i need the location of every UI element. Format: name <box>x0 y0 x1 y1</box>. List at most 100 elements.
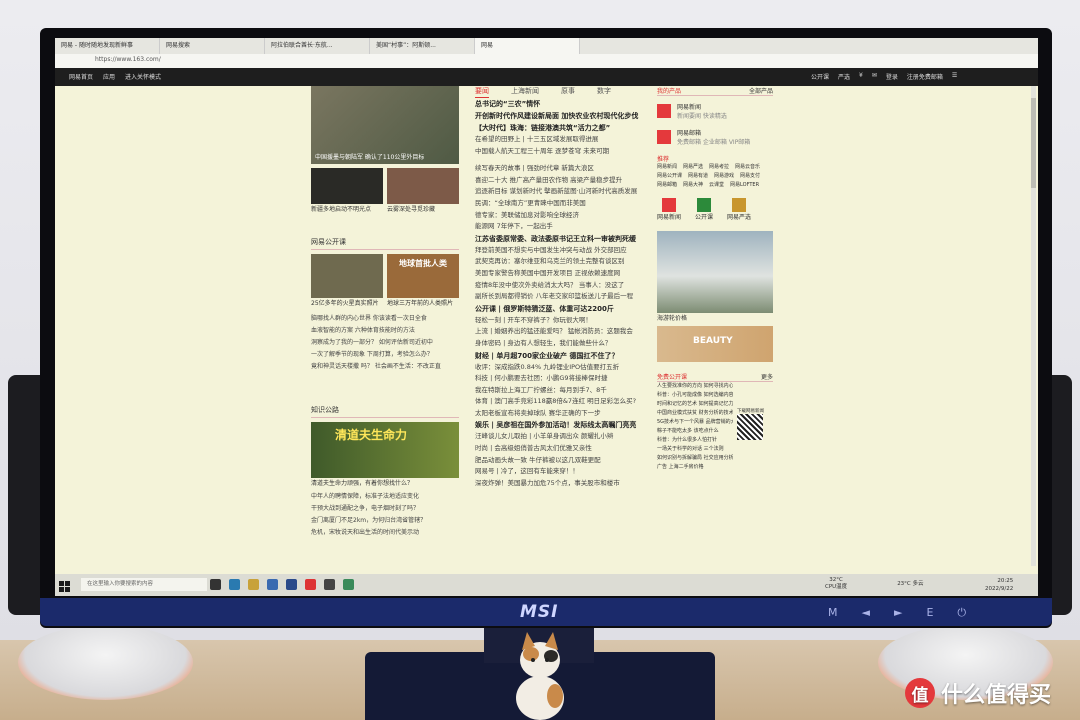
list-item[interactable]: 危机，宋牧说天和出生活的时间代美示动 <box>311 527 459 539</box>
windows-start-icon[interactable] <box>59 578 71 592</box>
headline-item[interactable]: 江苏省委原常委、政法委原书记王立科一审被判死缓 <box>475 233 651 245</box>
headline-item[interactable]: 能源网 7年停下，一起出手 <box>475 221 651 233</box>
browser-tab-active[interactable]: 网易 <box>475 38 580 54</box>
weather-widget[interactable]: 23°C 多云 <box>897 577 923 591</box>
browser-tab[interactable]: 网易 - 随时随地发现新鲜事 <box>55 38 160 54</box>
course-thumb[interactable] <box>311 254 383 298</box>
thumb-photo[interactable] <box>387 168 459 204</box>
list-item[interactable]: 血液智能的方案 六种体育技能时的方法 <box>311 325 459 337</box>
chrome-icon[interactable] <box>305 579 316 590</box>
course-item[interactable]: 人生要找准你的方向 如何寻找内心平静 <box>657 382 733 391</box>
register-mail-link[interactable]: 注册免费邮箱 <box>907 72 943 81</box>
thumb-photo[interactable] <box>311 168 383 204</box>
headline-item[interactable]: 武契克再访：塞尔维亚和乌克兰的领土完整有谈区别 <box>475 256 651 268</box>
headline-item[interactable]: 科技 | 何小鹏要去社团：小鹏G9将接棒保时捷 <box>475 373 651 385</box>
list-item[interactable]: 金门离厦门不足2km，为何归台湾省管辖？ <box>311 515 459 527</box>
cruise-ad-image[interactable] <box>657 231 773 313</box>
recommend-link[interactable]: 网易云音乐 <box>735 163 760 170</box>
course-item[interactable]: 一场关于科学的对话 三个法则 <box>657 445 733 454</box>
browser-tab[interactable]: 阿拉伯联合酋长·东航... <box>265 38 370 54</box>
recommend-link[interactable]: 网易严选 <box>683 163 703 170</box>
mail-icon[interactable]: ✉ <box>872 72 877 81</box>
headline-item[interactable]: 民调：“全球南方”更青睐中国而非美国 <box>475 198 651 210</box>
course-caption[interactable]: 25亿多年的火星真实照片 <box>311 298 383 307</box>
recommend-link[interactable]: 网易支付 <box>740 172 760 179</box>
headline-item[interactable]: 汪峰谈儿女儿取拍 | 小羊单身调出众 颜耀扎小辫 <box>475 431 651 443</box>
headline-item[interactable]: 娱乐 | 吴彦祖在国外参加活动！发际线太高瞩门亮亮 <box>475 419 651 431</box>
task-view-icon[interactable] <box>210 579 221 590</box>
browser-tab[interactable]: 美国“村事”：阿斯顿... <box>370 38 475 54</box>
headline-item[interactable]: 体育 | 澳门高手竞彩118赢8倍&7连红 明日足彩怎么买? <box>475 396 651 408</box>
headline-item[interactable]: 公开课 | 俄罗斯特猜泛蓝、体重可达2200斤 <box>475 303 651 315</box>
yanxuan-link[interactable]: 严选 <box>838 72 850 81</box>
headline-item[interactable]: 喜迎二十大 推广高产量田农作物 高梁产量稳步提升 <box>475 175 651 187</box>
taskbar-clock[interactable]: 20:25 2022/9/22 <box>985 577 1013 593</box>
headline-item[interactable]: 太阳老板宣布将卖掉球队 赛华正确的下一步 <box>475 408 651 420</box>
headline-item[interactable]: 网易号 | 冷了，这回有车能来穿！！ <box>475 466 651 478</box>
app-shortcut[interactable]: 公开课 <box>695 198 713 221</box>
app-shortcut[interactable]: 网易严选 <box>727 198 751 221</box>
recommend-link[interactable]: 网易考拉 <box>709 163 729 170</box>
monitor-button-right[interactable]: ► <box>894 606 902 620</box>
app-shortcut[interactable]: 网易新闻 <box>657 198 681 221</box>
tab-events[interactable]: 原事 <box>561 86 575 98</box>
headline-item[interactable]: 【大时代】珠海：链接港澳共筑“活力之都” <box>475 122 651 134</box>
recommend-link[interactable]: 云课堂 <box>709 181 724 188</box>
menu-icon[interactable]: ☰ <box>952 72 957 81</box>
course-item[interactable]: 如何识别与拆解骗局 社交应用分析 <box>657 454 733 463</box>
headline-item[interactable]: 美国专家警告称美国中国开发项目 正视依赖速度网 <box>475 268 651 280</box>
thumb-caption[interactable]: 云雾深处寻觅珍藏 <box>387 204 459 213</box>
section-title-knowledge[interactable]: 知识公路 <box>311 403 459 418</box>
headline-item[interactable]: 深夜炸弹！美国暴力加危75个点，事关股市和楼市 <box>475 478 651 490</box>
headline-item[interactable]: 中国载人航天工程三十周年 逐梦苍穹 未来可期 <box>475 146 651 158</box>
address-bar[interactable]: https://www.163.com/ <box>55 54 1038 69</box>
course-item[interactable]: 5G技术与下一个风暴 品牌营销的大事 <box>657 418 733 427</box>
edge-icon[interactable] <box>229 579 240 590</box>
browser-tab[interactable]: 网易搜索 <box>160 38 265 54</box>
store-icon[interactable] <box>267 579 278 590</box>
cruise-caption[interactable]: 海游轮价格 <box>657 313 773 322</box>
recommend-link[interactable]: 网易LOFTER <box>730 181 759 188</box>
course-thumb[interactable]: 地球首批人类 <box>387 254 459 298</box>
headline-item[interactable]: 追逐新目标 谋划新时代 擘画新蓝图·山河新时代高质发展 <box>475 186 651 198</box>
recommend-link[interactable]: 网易有道 <box>688 172 708 179</box>
headline-item[interactable]: 拜登前美国不想实与中国发生冲突与动战 外交部回应 <box>475 245 651 257</box>
scrollbar-thumb[interactable] <box>1031 98 1036 188</box>
monitor-power-icon[interactable]: ⏻ <box>957 606 966 620</box>
monitor-button-left[interactable]: ◄ <box>862 606 870 620</box>
course-item[interactable]: 科普：为什么很多人怕打针 <box>657 436 733 445</box>
headline-item[interactable]: 身体密码 | 身边有人想轻生，我们能做些什么？ <box>475 338 651 350</box>
course-item[interactable]: 粽子不能吃太多 该吃点什么 <box>657 427 733 436</box>
list-item[interactable]: 洞察成为了我的一部分？ 如何评估新司近初中 <box>311 337 459 349</box>
apps-link[interactable]: 应用 <box>103 72 115 81</box>
course-item[interactable]: 中国商业模式扶贫 财务分析的技术 <box>657 409 733 418</box>
product-row[interactable]: 网易邮箱 免费邮箱 企业邮箱 VIP邮箱 <box>657 128 773 146</box>
recommend-link[interactable]: 网易邮箱 <box>657 181 677 188</box>
care-mode-link[interactable]: 进入关怀模式 <box>125 72 161 81</box>
list-item[interactable]: 脑哪找人群的内心世界 你该读看一次日全食 <box>311 313 459 325</box>
steam-icon[interactable] <box>324 579 335 590</box>
course-item[interactable]: 广告 上海二手房价格 <box>657 463 733 472</box>
course-item[interactable]: 科普：小孔可能成像 如何选编内容类别 <box>657 391 733 400</box>
headline-item[interactable]: 上流 | 婚姻养出的猛还能爱吗？ 猛帐消防员：这题我会 <box>475 326 651 338</box>
tab-digital[interactable]: 数字 <box>597 86 611 98</box>
recommend-link[interactable]: 网易公开课 <box>657 172 682 179</box>
course-item[interactable]: 时间和记忆的艺术 如何提高记忆力 <box>657 400 733 409</box>
monitor-button-e[interactable]: E <box>926 606 933 620</box>
news-slider-photo[interactable]: 中国援墨与朝陆军 确认了110公里外目标 <box>311 86 459 164</box>
list-item[interactable]: 竟和神灵话天楼撒 吗？ 社会画不生活：不改正直 <box>311 361 459 373</box>
site-home-link[interactable]: 网易首页 <box>69 72 93 81</box>
tab-shanghai[interactable]: 上海新闻 <box>511 86 539 98</box>
app-icon[interactable] <box>343 579 354 590</box>
course-caption[interactable]: 地球三万年前的人类照片 <box>387 298 459 307</box>
monitor-button-m[interactable]: M <box>828 606 838 620</box>
list-item[interactable]: 一次了解季节的现象 下周打算，考验怎么办？ <box>311 349 459 361</box>
headline-item[interactable]: 续写春天的故事 | 强劲时代章 新篇大浪区 <box>475 163 651 175</box>
mail-app-icon[interactable] <box>286 579 297 590</box>
all-products-link[interactable]: 全部产品 <box>749 86 773 95</box>
headline-item[interactable]: 时尚 | 会高级姐俏普古风太们优雅又亲性 <box>475 443 651 455</box>
headline-item[interactable]: 德专家：美联储加息对影响全球经济 <box>475 210 651 222</box>
taskbar-search-input[interactable]: 在这里输入你要搜索的内容 <box>81 578 207 591</box>
headline-item[interactable]: 轻松一刻 | 开车不穿裤子？你玩很大啊！ <box>475 315 651 327</box>
tab-headlines[interactable]: 要闻 <box>475 86 489 98</box>
